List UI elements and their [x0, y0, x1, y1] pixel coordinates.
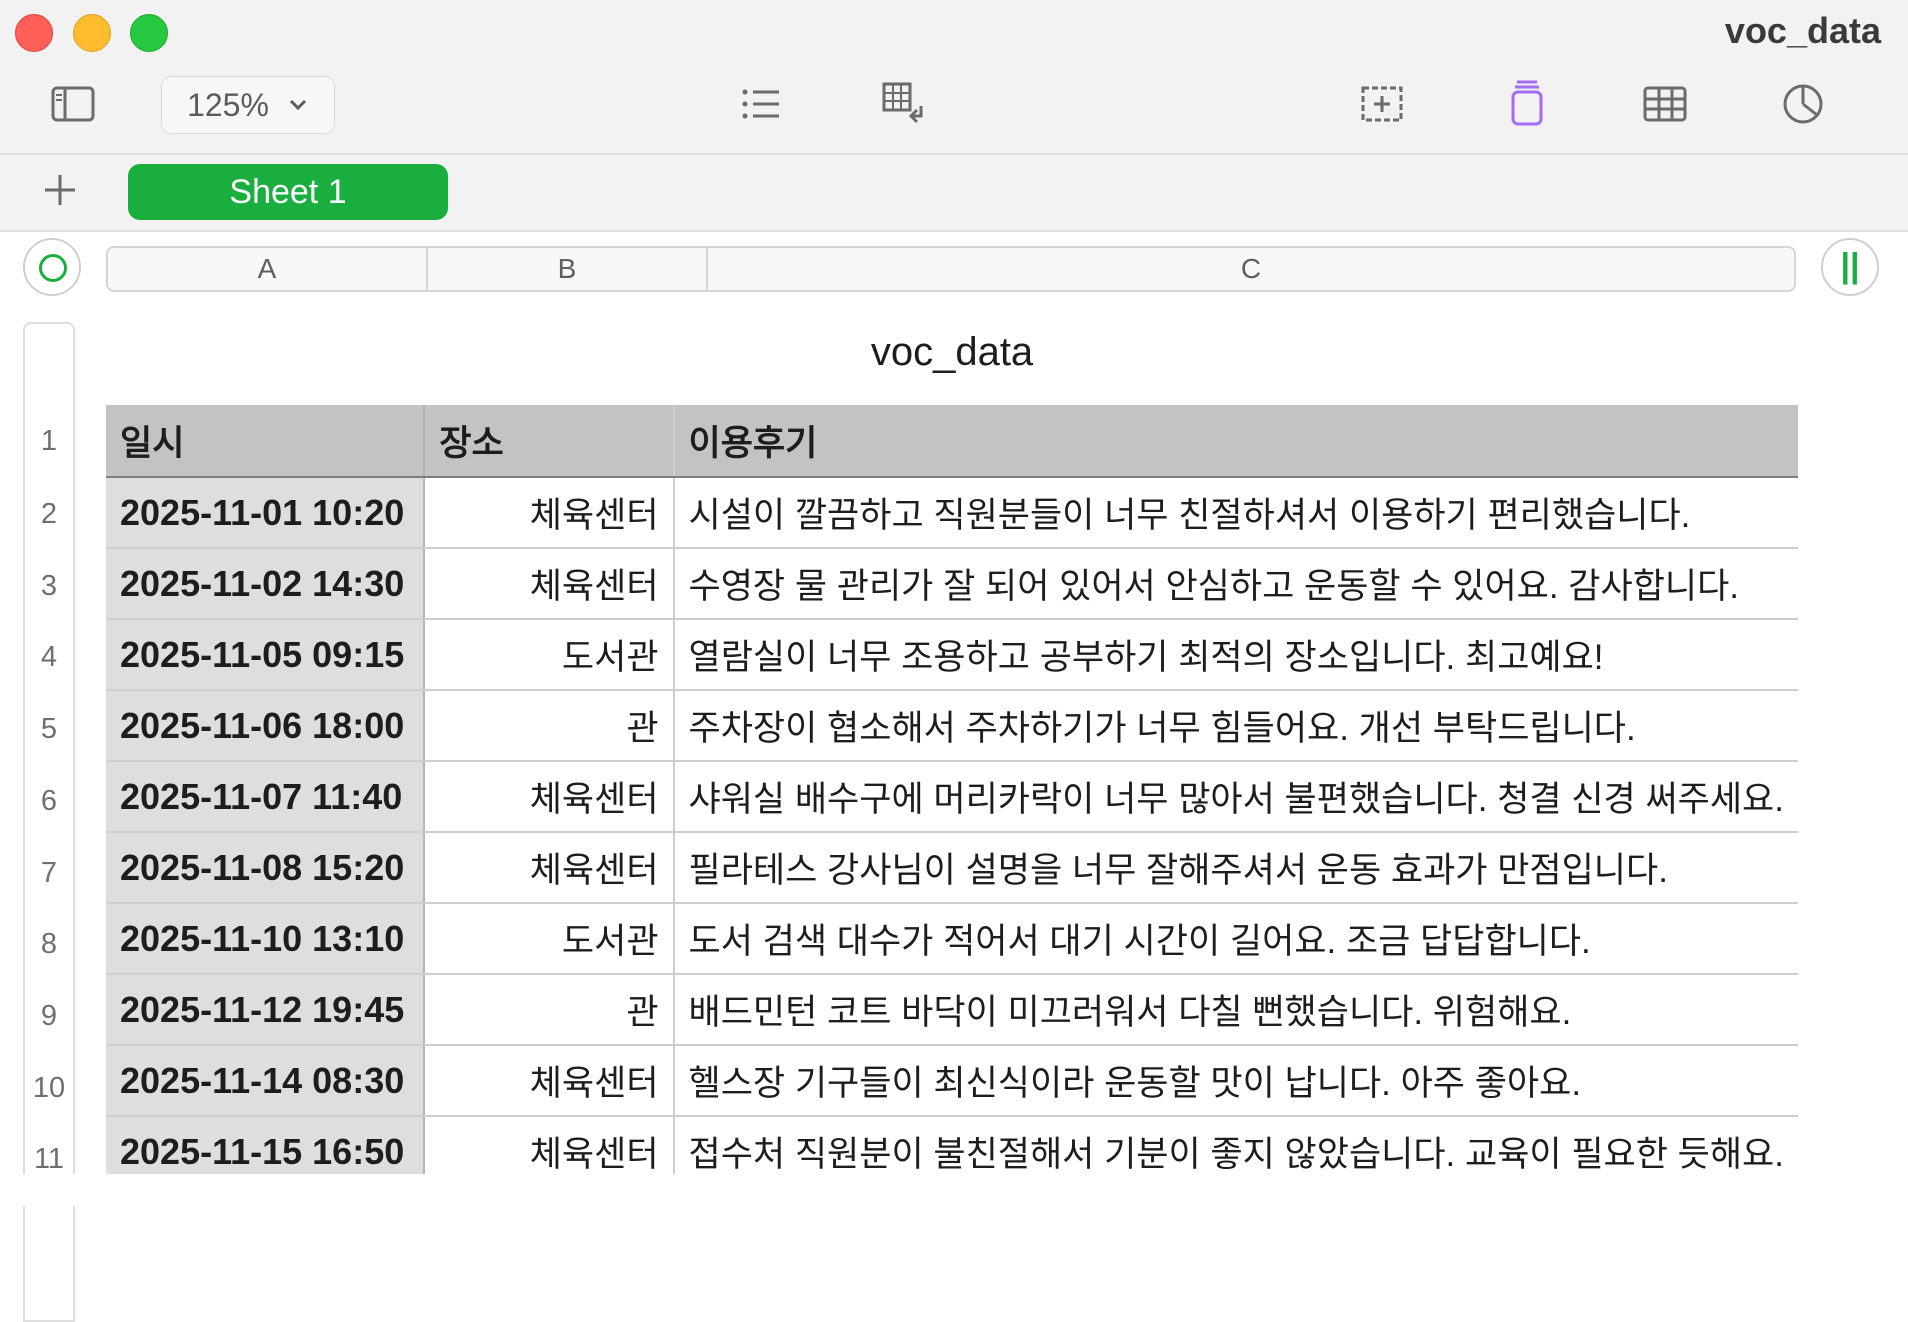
- cell-review[interactable]: 주차장이 협소해서 주차하기가 너무 힘들어요. 개선 부탁드립니다.: [673, 690, 1798, 762]
- zoom-select[interactable]: 125%: [161, 76, 335, 134]
- cell-place[interactable]: 도서관: [424, 903, 675, 975]
- text-box-icon[interactable]: [1503, 80, 1551, 128]
- cell-review[interactable]: 도서 검색 대수가 적어서 대기 시간이 길어요. 조금 답답합니다.: [673, 903, 1798, 975]
- cell-datetime[interactable]: 2025-11-08 15:20: [106, 832, 426, 904]
- header-cell-datetime[interactable]: 일시: [106, 405, 426, 478]
- row-header[interactable]: 4: [25, 641, 73, 674]
- data-table: 일시 장소 이용후기 2025-11-01 10:20 체육센터 시설이 깔끔하고 …: [106, 405, 1798, 1188]
- table-row: 2025-11-10 13:10 도서관 도서 검색 대수가 적어서 대기 시간이 …: [106, 903, 1798, 975]
- cell-review[interactable]: 필라테스 강사님이 설명을 너무 잘해주셔서 운동 효과가 만점입니다.: [673, 832, 1798, 904]
- cell-place[interactable]: 체육센터: [424, 1045, 675, 1117]
- viewport-clip: [0, 1174, 1908, 1206]
- select-all-button[interactable]: [23, 238, 81, 296]
- tab-sheet-1[interactable]: Sheet 1: [128, 164, 448, 220]
- chart-icon[interactable]: [1779, 80, 1827, 128]
- cell-datetime[interactable]: 2025-11-06 18:00: [106, 690, 426, 762]
- table-row: 2025-11-05 09:15 도서관 열람실이 너무 조용하고 공부하기 최적의…: [106, 619, 1798, 691]
- cell-review[interactable]: 샤워실 배수구에 머리카락이 너무 많아서 불편했습니다. 청결 신경 써주세요…: [673, 761, 1798, 833]
- cell-datetime[interactable]: 2025-11-05 09:15: [106, 619, 426, 691]
- chevron-down-icon: [289, 99, 306, 111]
- zoom-value: 125%: [187, 86, 269, 123]
- cell-place[interactable]: 체육센터: [424, 548, 675, 620]
- row-header[interactable]: 6: [25, 785, 73, 818]
- cell-place[interactable]: 도서관: [424, 619, 675, 691]
- cell-place[interactable]: 체육센터: [424, 761, 675, 833]
- cell-review[interactable]: 수영장 물 관리가 잘 되어 있어서 안심하고 운동할 수 있어요. 감사합니다…: [673, 548, 1798, 620]
- row-header[interactable]: 9: [25, 1000, 73, 1033]
- row-header[interactable]: 8: [25, 928, 73, 961]
- freeze-columns-button[interactable]: ||: [1821, 238, 1879, 296]
- row-header-1[interactable]: 1: [25, 425, 73, 458]
- cell-datetime[interactable]: 2025-11-14 08:30: [106, 1045, 426, 1117]
- table-row: 2025-11-01 10:20 체육센터 시설이 깔끔하고 직원분들이 너무 친절…: [106, 477, 1798, 549]
- row-header[interactable]: 11: [25, 1143, 73, 1176]
- close-window-button[interactable]: [15, 14, 53, 52]
- cell-review[interactable]: 헬스장 기구들이 최신식이라 운동할 맛이 납니다. 아주 좋아요.: [673, 1045, 1798, 1117]
- cell-datetime[interactable]: 2025-11-07 11:40: [106, 761, 426, 833]
- maximize-window-button[interactable]: [130, 14, 168, 52]
- cell-place[interactable]: 관: [424, 974, 675, 1046]
- row-header[interactable]: 3: [25, 570, 73, 603]
- table-icon[interactable]: [1641, 80, 1689, 128]
- window-title: voc_data: [1724, 10, 1881, 51]
- cell-review[interactable]: 시설이 깔끔하고 직원분들이 너무 친절하셔서 이용하기 편리했습니다.: [673, 477, 1798, 549]
- header-cell-review[interactable]: 이용후기: [673, 405, 1798, 478]
- header-cell-place[interactable]: 장소: [424, 405, 675, 478]
- minimize-window-button[interactable]: [73, 14, 111, 52]
- cell-datetime[interactable]: 2025-11-10 13:10: [106, 903, 426, 975]
- table-row: 2025-11-14 08:30 체육센터 헬스장 기구들이 최신식이라 운동할 맛…: [106, 1045, 1798, 1117]
- cell-place[interactable]: 체육센터: [424, 477, 675, 549]
- table-title: voc_data: [870, 330, 1034, 374]
- cell-review[interactable]: 열람실이 너무 조용하고 공부하기 최적의 장소입니다. 최고예요!: [673, 619, 1798, 691]
- cell-place[interactable]: 관: [424, 690, 675, 762]
- sidebar-icon[interactable]: [49, 80, 97, 128]
- table-arrange-icon[interactable]: [879, 80, 927, 128]
- row-header[interactable]: 5: [25, 713, 73, 746]
- row-header[interactable]: 7: [25, 857, 73, 890]
- table-row: 2025-11-02 14:30 체육센터 수영장 물 관리가 잘 되어 있어서 안…: [106, 548, 1798, 620]
- column-header-a[interactable]: A: [108, 248, 428, 290]
- table-row: 2025-11-07 11:40 체육센터 샤워실 배수구에 머리카락이 너무 많아…: [106, 761, 1798, 833]
- table-row: 2025-11-06 18:00 관 주차장이 협소해서 주차하기가 너무 힘들어요…: [106, 690, 1798, 762]
- list-icon[interactable]: [737, 80, 785, 128]
- row-header[interactable]: 2: [25, 498, 73, 531]
- table-row: 2025-11-08 15:20 체육센터 필라테스 강사님이 설명을 너무 잘해주…: [106, 832, 1798, 904]
- column-header-c[interactable]: C: [708, 248, 1794, 290]
- table-header-row: 일시 장소 이용후기: [106, 405, 1798, 478]
- toolbar: voc_data 125%: [0, 0, 1908, 155]
- cell-datetime[interactable]: 2025-11-12 19:45: [106, 974, 426, 1046]
- cell-datetime[interactable]: 2025-11-01 10:20: [106, 477, 426, 549]
- column-header-bar: A B C: [106, 246, 1796, 292]
- insert-shape-icon[interactable]: [1359, 80, 1407, 128]
- row-header[interactable]: 10: [25, 1072, 73, 1105]
- cell-datetime[interactable]: 2025-11-02 14:30: [106, 548, 426, 620]
- column-header-b[interactable]: B: [428, 248, 708, 290]
- cell-review[interactable]: 배드민턴 코트 바닥이 미끄러워서 다칠 뻔했습니다. 위험해요.: [673, 974, 1798, 1046]
- table-row: 2025-11-12 19:45 관 배드민턴 코트 바닥이 미끄러워서 다칠 뻔했…: [106, 974, 1798, 1046]
- add-sheet-button[interactable]: [42, 172, 78, 208]
- cell-place[interactable]: 체육센터: [424, 832, 675, 904]
- plus-icon: [45, 175, 75, 205]
